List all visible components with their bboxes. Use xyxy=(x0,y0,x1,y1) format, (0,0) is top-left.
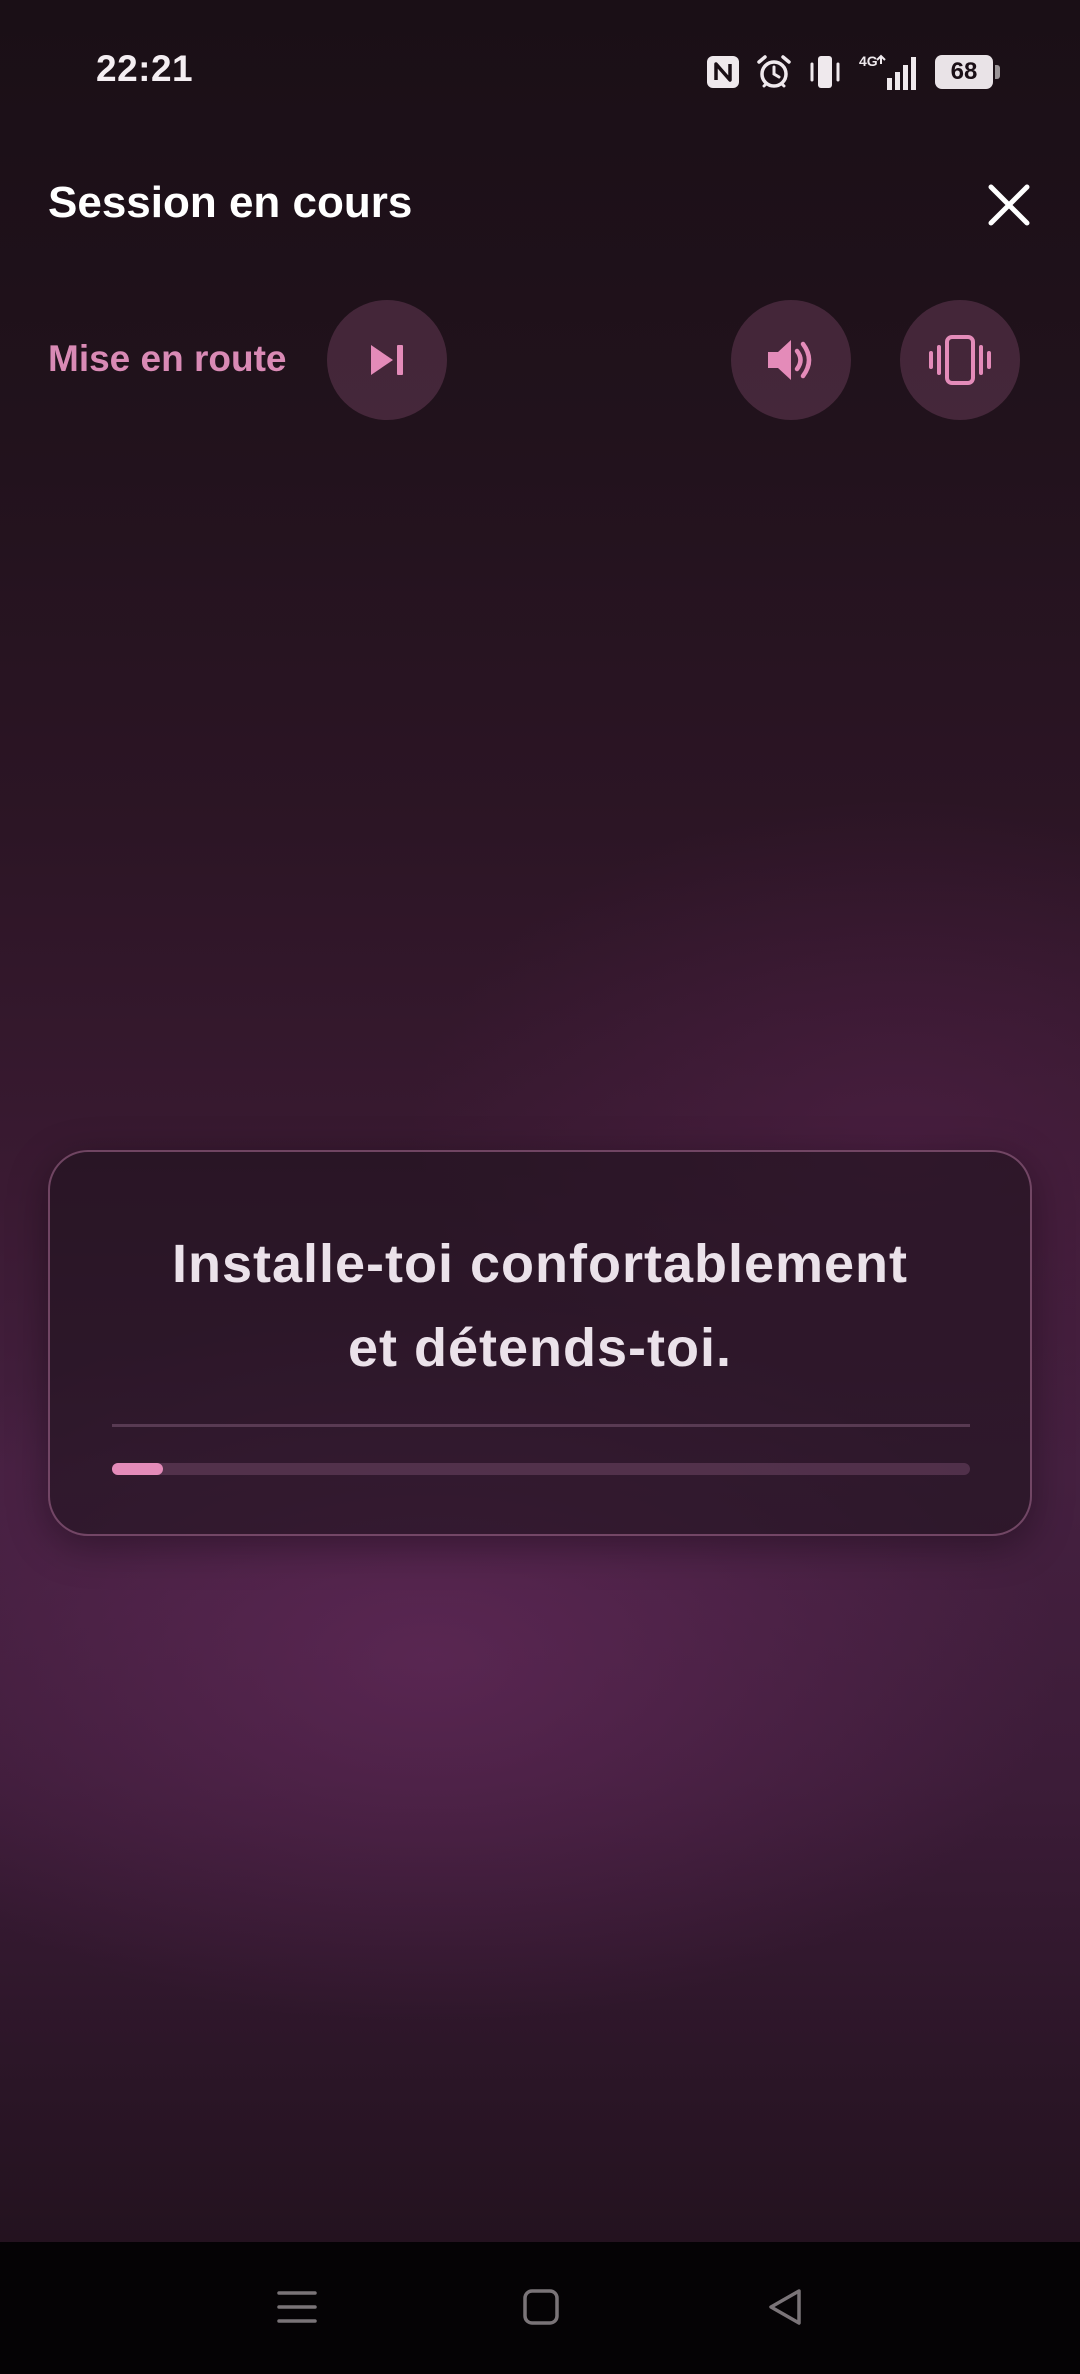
vibration-icon xyxy=(929,335,991,385)
volume-icon xyxy=(768,340,812,380)
home-button[interactable] xyxy=(501,2272,581,2342)
sound-toggle-button[interactable] xyxy=(731,300,851,420)
skip-next-icon xyxy=(371,345,403,375)
instruction-card: Installe-toi confortablement et détends-… xyxy=(48,1150,1032,1536)
instruction-line-2: et détends-toi. xyxy=(347,1318,732,1378)
alarm-icon xyxy=(755,53,793,91)
recent-apps-button[interactable] xyxy=(257,2272,337,2342)
system-nav-bar xyxy=(0,2242,1080,2374)
signal-icon: 4G xyxy=(857,52,921,92)
network-type-label: 4G xyxy=(859,53,878,69)
page-title: Session en cours xyxy=(48,178,413,227)
status-time: 22:21 xyxy=(96,48,194,89)
back-icon xyxy=(769,2289,801,2325)
instruction-text: Installe-toi confortablement et détends-… xyxy=(50,1222,1030,1390)
status-icons: 4G 68 xyxy=(705,50,1000,94)
progress-bar xyxy=(112,1463,970,1475)
status-bar: 22:21 4G 68 xyxy=(0,0,1080,140)
skip-phase-button[interactable] xyxy=(327,300,447,420)
progress-fill xyxy=(112,1463,164,1475)
card-divider xyxy=(112,1424,970,1427)
back-button[interactable] xyxy=(745,2272,825,2342)
instruction-line-1: Installe-toi confortablement xyxy=(171,1234,909,1294)
vibration-toggle-button[interactable] xyxy=(900,300,1020,420)
vibrate-mode-icon xyxy=(807,53,843,91)
close-button[interactable] xyxy=(978,174,1040,236)
battery-icon: 68 xyxy=(935,55,1000,89)
menu-icon xyxy=(277,2291,317,2323)
close-icon xyxy=(988,184,1030,226)
home-icon xyxy=(523,2289,559,2325)
battery-level: 68 xyxy=(935,55,993,89)
phase-label: Mise en route xyxy=(48,338,287,379)
nfc-icon xyxy=(705,54,741,90)
